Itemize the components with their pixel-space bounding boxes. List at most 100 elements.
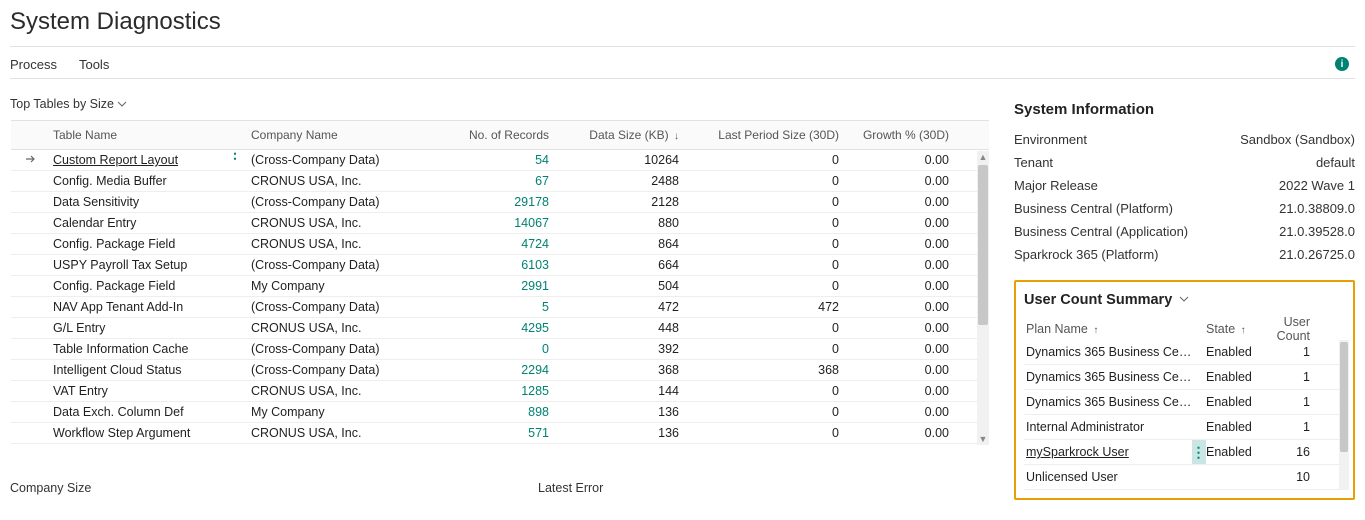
cell-last-period: 0 [691,153,851,167]
scroll-up-icon[interactable]: ▲ [977,151,989,163]
cell-table-name[interactable]: Workflow Step Argument [53,426,190,440]
cell-table-name[interactable]: Data Exch. Column Def [53,405,184,419]
uc-cell-plan[interactable]: Dynamics 365 Business Centr... [1026,395,1192,409]
uc-cell-count: 10 [1262,470,1316,484]
sysinfo-value: Sandbox (Sandbox) [1240,132,1355,147]
uc-cell-plan[interactable]: Dynamics 365 Business Centr... [1026,370,1192,384]
cell-growth: 0.00 [851,300,971,314]
cell-table-name[interactable]: Custom Report Layout [53,153,178,167]
cell-no-of-records[interactable]: 0 [451,342,561,356]
col-table-name[interactable]: Table Name [51,128,251,142]
cell-no-of-records[interactable]: 6103 [451,258,561,272]
user-count-row[interactable]: Dynamics 365 Business Centr...Enabled1 [1024,390,1345,415]
sysinfo-row: Business Central (Platform)21.0.38809.0 [1014,201,1355,216]
sysinfo-row: Tenantdefault [1014,155,1355,170]
uc-cell-plan[interactable]: Dynamics 365 Business Centr... [1026,345,1192,359]
latest-error-caption[interactable]: Latest Error [538,481,603,495]
uc-cell-plan[interactable]: mySparkrock User [1026,445,1129,459]
sysinfo-value: 21.0.39528.0 [1279,224,1355,239]
table-row[interactable]: Table Information Cache(Cross-Company Da… [11,339,989,360]
cell-table-name[interactable]: VAT Entry [53,384,108,398]
user-count-row[interactable]: mySparkrock User⋮Enabled16 [1024,440,1345,465]
table-row[interactable]: Config. Package FieldMy Company299150400… [11,276,989,297]
chevron-down-icon [1179,294,1189,304]
menu-process[interactable]: Process [10,57,57,72]
table-row[interactable]: Custom Report Layout⋮(Cross-Company Data… [11,150,989,171]
info-icon[interactable]: i [1335,57,1349,71]
table-row[interactable]: G/L EntryCRONUS USA, Inc.429544800.00 [11,318,989,339]
cell-table-name[interactable]: USPY Payroll Tax Setup [53,258,187,272]
table-row[interactable]: NAV App Tenant Add-In(Cross-Company Data… [11,297,989,318]
uc-cell-state: Enabled [1206,420,1262,434]
uc-cell-plan[interactable]: Unlicensed User [1026,470,1118,484]
scroll-down-icon[interactable]: ▼ [977,433,989,445]
cell-company-name: CRONUS USA, Inc. [251,216,451,230]
user-count-row[interactable]: Dynamics 365 Business Centr...Enabled1 [1024,365,1345,390]
uc-col-count[interactable]: User Count [1262,315,1316,343]
table-row[interactable]: Data Sensitivity(Cross-Company Data)2917… [11,192,989,213]
uc-col-plan-text: Plan Name [1026,322,1088,336]
table-row[interactable]: Data Exch. Column DefMy Company89813600.… [11,402,989,423]
cell-data-size: 136 [561,426,691,440]
cell-table-name[interactable]: Data Sensitivity [53,195,139,209]
uc-scrollbar[interactable] [1339,340,1349,490]
uc-scroll-thumb[interactable] [1340,342,1348,452]
row-more-button[interactable]: ⋮ [1192,440,1206,464]
col-last-period[interactable]: Last Period Size (30D) [691,128,851,142]
uc-cell-count: 1 [1262,370,1316,384]
chevron-down-icon [117,99,127,109]
cell-data-size: 448 [561,321,691,335]
cell-no-of-records[interactable]: 29178 [451,195,561,209]
cell-table-name[interactable]: Config. Package Field [53,237,175,251]
cell-table-name[interactable]: Table Information Cache [53,342,189,356]
cell-no-of-records[interactable]: 4295 [451,321,561,335]
table-row[interactable]: Calendar EntryCRONUS USA, Inc.1406788000… [11,213,989,234]
open-record-icon[interactable] [24,152,38,169]
table-row[interactable]: USPY Payroll Tax Setup(Cross-Company Dat… [11,255,989,276]
uc-col-state[interactable]: State ↑ [1206,322,1262,336]
cell-no-of-records[interactable]: 571 [451,426,561,440]
cell-table-name[interactable]: Intelligent Cloud Status [53,363,182,377]
uc-cell-plan[interactable]: Internal Administrator [1026,420,1144,434]
scroll-thumb[interactable] [978,165,988,325]
menu-tools[interactable]: Tools [79,57,109,72]
cell-table-name[interactable]: NAV App Tenant Add-In [53,300,183,314]
grid-scrollbar[interactable]: ▲ ▼ [977,151,989,445]
cell-growth: 0.00 [851,363,971,377]
col-company-name[interactable]: Company Name [251,128,451,142]
user-count-title[interactable]: User Count Summary [1024,292,1345,308]
col-growth[interactable]: Growth % (30D) [851,128,971,142]
cell-no-of-records[interactable]: 1285 [451,384,561,398]
cell-no-of-records[interactable]: 67 [451,174,561,188]
table-row[interactable]: Workflow Step ArgumentCRONUS USA, Inc.57… [11,423,989,444]
user-count-row[interactable]: Internal AdministratorEnabled1 [1024,415,1345,440]
cell-no-of-records[interactable]: 14067 [451,216,561,230]
cell-table-name[interactable]: Config. Package Field [53,279,175,293]
cell-data-size: 144 [561,384,691,398]
cell-no-of-records[interactable]: 5 [451,300,561,314]
top-tables-caption[interactable]: Top Tables by Size [10,97,127,111]
table-row[interactable]: Config. Package FieldCRONUS USA, Inc.472… [11,234,989,255]
company-size-caption[interactable]: Company Size [10,481,538,495]
table-row[interactable]: Intelligent Cloud Status(Cross-Company D… [11,360,989,381]
user-count-row[interactable]: Dynamics 365 Business Centr...Enabled1 [1024,340,1345,365]
table-row[interactable]: Config. Media BufferCRONUS USA, Inc.6724… [11,171,989,192]
table-row[interactable]: VAT EntryCRONUS USA, Inc.128514400.00 [11,381,989,402]
user-count-row[interactable]: Unlicensed User 10 [1024,465,1345,490]
cell-no-of-records[interactable]: 54 [451,153,561,167]
sysinfo-row: Major Release2022 Wave 1 [1014,178,1355,193]
uc-col-plan[interactable]: Plan Name ↑ [1024,322,1192,336]
cell-company-name: CRONUS USA, Inc. [251,321,451,335]
cell-table-name[interactable]: Calendar Entry [53,216,136,230]
cell-no-of-records[interactable]: 2991 [451,279,561,293]
cell-no-of-records[interactable]: 2294 [451,363,561,377]
cell-no-of-records[interactable]: 898 [451,405,561,419]
cell-last-period: 0 [691,258,851,272]
cell-table-name[interactable]: G/L Entry [53,321,105,335]
col-no-of-records[interactable]: No. of Records [451,128,561,142]
cell-no-of-records[interactable]: 4724 [451,237,561,251]
cell-last-period: 0 [691,174,851,188]
col-data-size-text: Data Size (KB) [589,128,668,142]
col-data-size[interactable]: Data Size (KB) ↓ [561,128,691,142]
cell-table-name[interactable]: Config. Media Buffer [53,174,167,188]
